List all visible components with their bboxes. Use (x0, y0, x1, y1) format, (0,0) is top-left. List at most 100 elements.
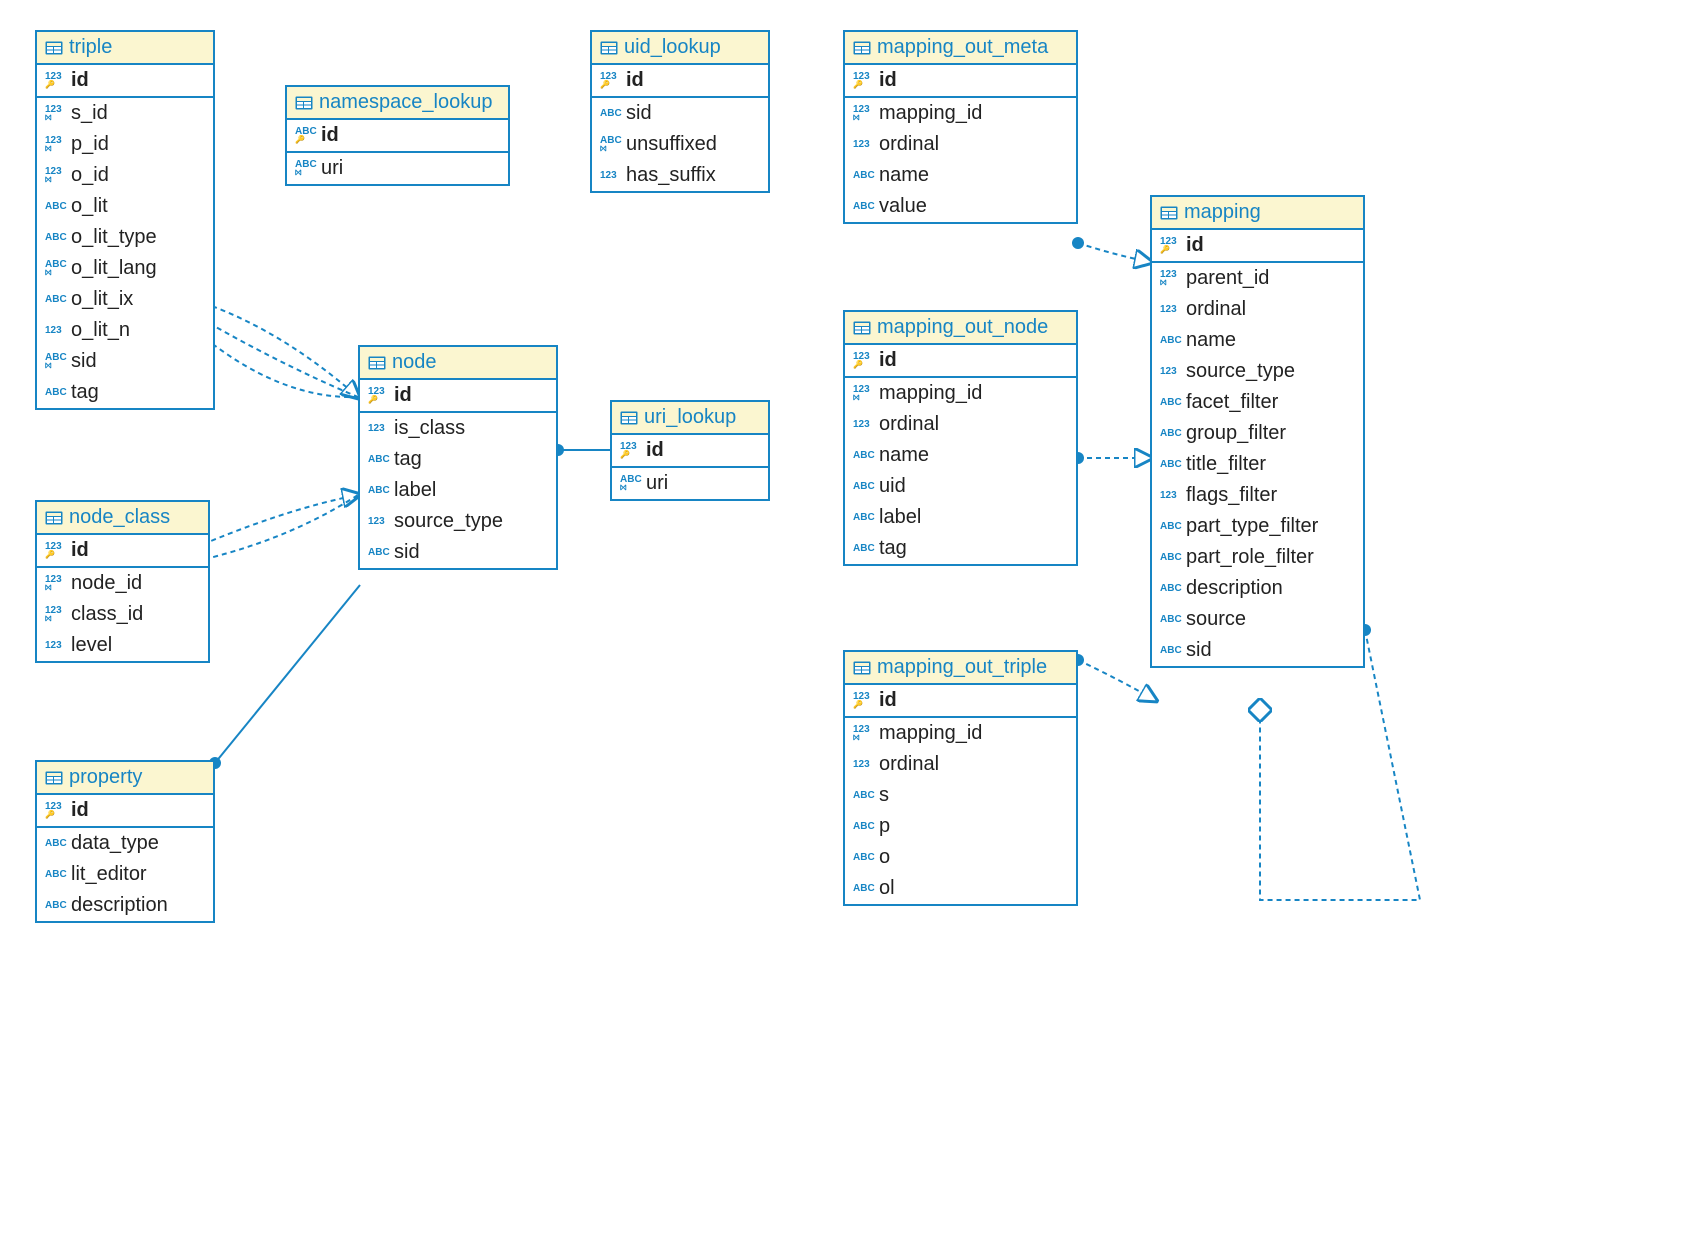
column-row[interactable]: ABCs (845, 780, 1076, 811)
type-badge: 123 (1160, 491, 1182, 501)
column-row[interactable]: ABCdata_type (37, 828, 213, 859)
pk-row[interactable]: 123🔑id (845, 65, 1076, 98)
pk-name: id (71, 799, 89, 822)
column-row[interactable]: 123⨝node_id (37, 568, 208, 599)
pk-row[interactable]: 123🔑id (1152, 230, 1363, 263)
column-row[interactable]: ABCtitle_filter (1152, 449, 1363, 480)
column-row[interactable]: 123level (37, 630, 208, 661)
column-row[interactable]: ABC⨝uri (287, 153, 508, 184)
type-badge: ABC (853, 822, 875, 832)
column-row[interactable]: 123⨝mapping_id (845, 98, 1076, 129)
pk-row[interactable]: ABC🔑id (287, 120, 508, 153)
table-header[interactable]: namespace_lookup (287, 87, 508, 120)
column-row[interactable]: ABC⨝unsuffixed (592, 129, 768, 160)
column-row[interactable]: 123⨝p_id (37, 129, 213, 160)
type-badge: ABC🔑 (295, 127, 317, 144)
table-header[interactable]: node_class (37, 502, 208, 535)
column-row[interactable]: ABCsource (1152, 604, 1363, 635)
column-row[interactable]: ABCgroup_filter (1152, 418, 1363, 449)
table-header[interactable]: uid_lookup (592, 32, 768, 65)
column-row[interactable]: ABC⨝uri (612, 468, 768, 499)
column-row[interactable]: ABCdescription (1152, 573, 1363, 604)
column-row[interactable]: ABCol (845, 873, 1076, 904)
table-property[interactable]: property123🔑idABCdata_typeABClit_editorA… (35, 760, 215, 923)
column-row[interactable]: ABCtag (37, 377, 213, 408)
column-row[interactable]: ABClit_editor (37, 859, 213, 890)
pk-row[interactable]: 123🔑id (845, 685, 1076, 718)
column-row[interactable]: 123ordinal (845, 409, 1076, 440)
type-badge: ABC (1160, 553, 1182, 563)
column-row[interactable]: ABCp (845, 811, 1076, 842)
pk-row[interactable]: 123🔑id (845, 345, 1076, 378)
table-header[interactable]: property (37, 762, 213, 795)
table-header[interactable]: mapping (1152, 197, 1363, 230)
column-row[interactable]: 123flags_filter (1152, 480, 1363, 511)
column-row[interactable]: 123is_class (360, 413, 556, 444)
column-row[interactable]: ABCuid (845, 471, 1076, 502)
column-row[interactable]: ABCo_lit (37, 191, 213, 222)
pk-row[interactable]: 123🔑id (37, 795, 213, 828)
table-uid_lookup[interactable]: uid_lookup123🔑idABCsidABC⨝unsuffixed123h… (590, 30, 770, 193)
type-badge: ABC (45, 901, 67, 911)
table-node_class[interactable]: node_class123🔑id123⨝node_id123⨝class_id1… (35, 500, 210, 663)
column-row[interactable]: ABCo_lit_type (37, 222, 213, 253)
column-row[interactable]: 123⨝mapping_id (845, 378, 1076, 409)
column-row[interactable]: 123ordinal (845, 129, 1076, 160)
column-row[interactable]: ABCdescription (37, 890, 213, 921)
column-row[interactable]: ABCname (845, 440, 1076, 471)
column-row[interactable]: ABCname (845, 160, 1076, 191)
type-badge: 123🔑 (853, 72, 875, 89)
column-row[interactable]: ABCpart_role_filter (1152, 542, 1363, 573)
table-triple[interactable]: triple123🔑id123⨝s_id123⨝p_id123⨝o_idABCo… (35, 30, 215, 410)
column-row[interactable]: 123⨝parent_id (1152, 263, 1363, 294)
pk-row[interactable]: 123🔑id (37, 65, 213, 98)
column-row[interactable]: ABCtag (360, 444, 556, 475)
table-mapping[interactable]: mapping123🔑id123⨝parent_id123ordinalABCn… (1150, 195, 1365, 668)
column-row[interactable]: 123⨝o_id (37, 160, 213, 191)
column-row[interactable]: 123ordinal (1152, 294, 1363, 325)
column-row[interactable]: 123⨝mapping_id (845, 718, 1076, 749)
type-badge: 123🔑 (853, 352, 875, 369)
column-row[interactable]: ABCvalue (845, 191, 1076, 222)
type-badge: 123 (45, 326, 67, 336)
table-node[interactable]: node123🔑id123is_classABCtagABClabel123so… (358, 345, 558, 570)
column-row[interactable]: 123⨝s_id (37, 98, 213, 129)
column-row[interactable]: ABCsid (360, 537, 556, 568)
pk-row[interactable]: 123🔑id (612, 435, 768, 468)
column-row[interactable]: 123o_lit_n (37, 315, 213, 346)
column-row[interactable]: ABClabel (360, 475, 556, 506)
column-row[interactable]: 123has_suffix (592, 160, 768, 191)
table-icon (600, 41, 618, 55)
table-header[interactable]: mapping_out_triple (845, 652, 1076, 685)
column-row[interactable]: 123ordinal (845, 749, 1076, 780)
table-namespace_lookup[interactable]: namespace_lookupABC🔑idABC⨝uri (285, 85, 510, 186)
table-mapping_out_node[interactable]: mapping_out_node123🔑id123⨝mapping_id123o… (843, 310, 1078, 566)
column-row[interactable]: ABCname (1152, 325, 1363, 356)
column-row[interactable]: 123⨝class_id (37, 599, 208, 630)
column-row[interactable]: ABC⨝sid (37, 346, 213, 377)
column-row[interactable]: ABCsid (1152, 635, 1363, 666)
table-mapping_out_meta[interactable]: mapping_out_meta123🔑id123⨝mapping_id123o… (843, 30, 1078, 224)
table-mapping_out_triple[interactable]: mapping_out_triple123🔑id123⨝mapping_id12… (843, 650, 1078, 906)
column-row[interactable]: ABC⨝o_lit_lang (37, 253, 213, 284)
table-uri_lookup[interactable]: uri_lookup123🔑idABC⨝uri (610, 400, 770, 501)
column-row[interactable]: ABClabel (845, 502, 1076, 533)
column-row[interactable]: ABCfacet_filter (1152, 387, 1363, 418)
column-row[interactable]: ABCsid (592, 98, 768, 129)
table-header[interactable]: mapping_out_meta (845, 32, 1076, 65)
table-header[interactable]: uri_lookup (612, 402, 768, 435)
pk-row[interactable]: 123🔑id (592, 65, 768, 98)
pk-row[interactable]: 123🔑id (360, 380, 556, 413)
column-row[interactable]: ABCo (845, 842, 1076, 873)
column-row[interactable]: ABCo_lit_ix (37, 284, 213, 315)
column-row[interactable]: 123source_type (1152, 356, 1363, 387)
table-header[interactable]: node (360, 347, 556, 380)
type-badge: ABC (600, 109, 622, 119)
column-row[interactable]: ABCtag (845, 533, 1076, 564)
pk-row[interactable]: 123🔑id (37, 535, 208, 568)
column-row[interactable]: 123source_type (360, 506, 556, 537)
table-header[interactable]: mapping_out_node (845, 312, 1076, 345)
table-header[interactable]: triple (37, 32, 213, 65)
column-row[interactable]: ABCpart_type_filter (1152, 511, 1363, 542)
type-badge: ABC (853, 544, 875, 554)
